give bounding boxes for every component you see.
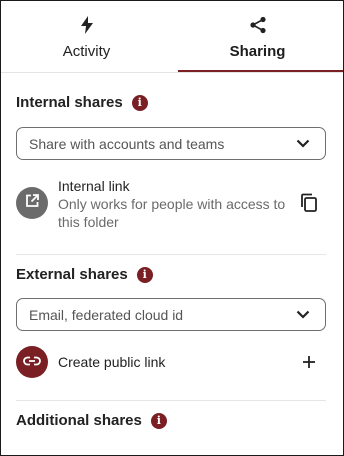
internal-link-title: Internal link	[58, 178, 130, 194]
tab-activity[interactable]: Activity	[1, 1, 172, 73]
create-public-link-label[interactable]: Create public link	[58, 353, 165, 371]
additional-shares-title: Additional shares	[16, 412, 142, 429]
section-divider	[16, 400, 326, 401]
tab-activity-label: Activity	[62, 43, 111, 60]
public-link-avatar	[16, 346, 48, 378]
external-link-icon	[24, 193, 40, 214]
copy-icon[interactable]	[297, 191, 321, 215]
internal-shares-title: Internal shares	[16, 94, 123, 111]
internal-link-description: Only works for people with access to thi…	[58, 196, 286, 230]
external-share-select-placeholder: Email, federated cloud id	[29, 306, 184, 323]
internal-link-avatar	[16, 187, 48, 219]
plus-icon[interactable]	[297, 350, 321, 374]
lightning-icon	[77, 15, 97, 35]
external-shares-heading: External shares i	[16, 266, 153, 283]
tab-divider	[1, 72, 343, 73]
external-share-select[interactable]: Email, federated cloud id	[16, 298, 326, 331]
info-icon[interactable]: i	[136, 266, 153, 283]
internal-share-select-placeholder: Share with accounts and teams	[29, 135, 225, 152]
internal-share-select[interactable]: Share with accounts and teams	[16, 127, 326, 160]
internal-shares-heading: Internal shares i	[16, 94, 148, 111]
sharing-sidebar: Activity Sharing Internal shares i Share…	[0, 0, 344, 456]
info-icon[interactable]: i	[131, 94, 148, 111]
info-icon[interactable]: i	[150, 412, 167, 429]
internal-link-text: Internal link Only works for people with…	[58, 177, 293, 231]
chevron-down-icon	[291, 303, 315, 327]
tab-bar: Activity Sharing	[1, 1, 343, 73]
share-icon	[248, 15, 268, 35]
external-shares-title: External shares	[16, 266, 128, 283]
section-divider	[16, 254, 326, 255]
tab-sharing[interactable]: Sharing	[172, 1, 343, 73]
additional-shares-heading: Additional shares i	[16, 412, 167, 429]
tab-sharing-label: Sharing	[229, 43, 286, 60]
link-icon	[23, 353, 41, 371]
chevron-down-icon	[291, 132, 315, 156]
